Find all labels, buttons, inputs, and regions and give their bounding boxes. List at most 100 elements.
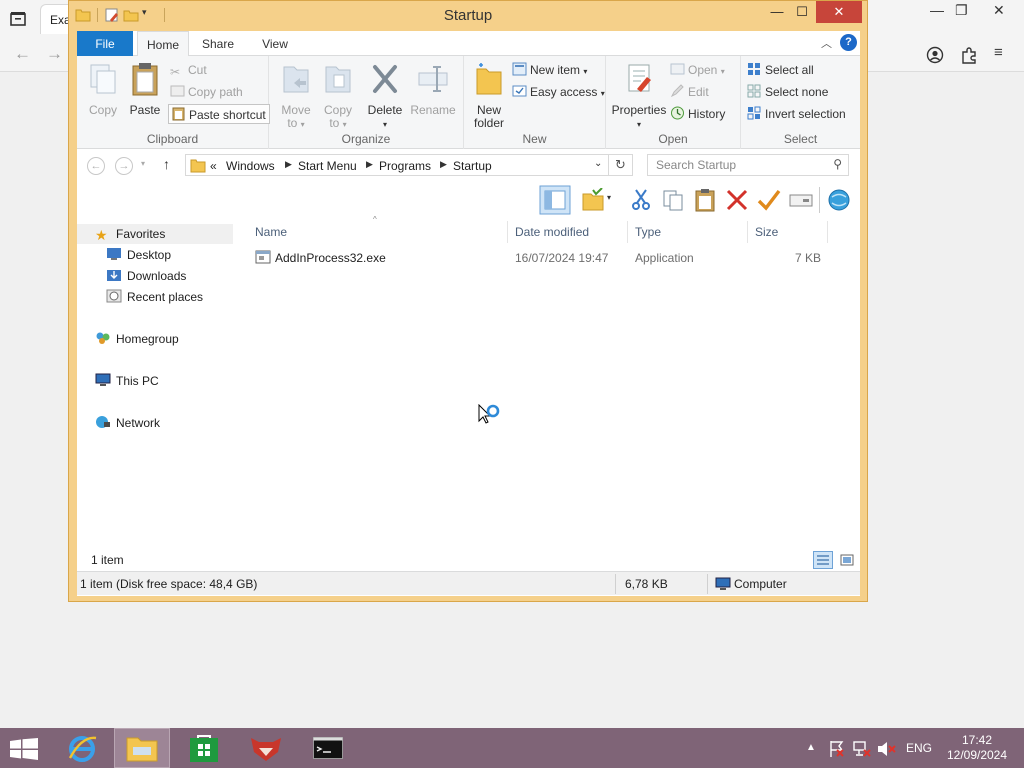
history-button[interactable]: History: [670, 104, 725, 124]
network-disconnected-icon[interactable]: [852, 740, 872, 758]
breadcrumb-separator-icon[interactable]: ▶: [366, 159, 373, 170]
taskbar-internet-explorer[interactable]: [54, 728, 110, 768]
nav-item-favorites[interactable]: ★ Favorites: [77, 224, 233, 244]
edit-button[interactable]: Edit: [670, 82, 709, 102]
edit-label: Edit: [688, 85, 709, 99]
chevron-down-icon[interactable]: ▾: [607, 193, 611, 202]
new-folder-icon: [476, 63, 502, 95]
breadcrumb-overflow[interactable]: «: [210, 159, 217, 173]
paste-button[interactable]: Paste: [125, 61, 165, 117]
nav-item-downloads[interactable]: Downloads: [77, 266, 186, 286]
nav-item-homegroup[interactable]: Homegroup: [77, 329, 179, 349]
address-bar[interactable]: « Windows ▶ Start Menu ▶ Programs ▶ Star…: [185, 154, 609, 176]
search-input[interactable]: Search Startup ⚲: [647, 154, 849, 176]
large-icons-view-icon[interactable]: [837, 551, 857, 569]
globe-icon[interactable]: [827, 188, 851, 212]
menu-icon[interactable]: ≡: [994, 44, 1003, 61]
back-button[interactable]: ←: [87, 157, 105, 175]
chevron-down-icon[interactable]: ⌄: [594, 158, 602, 169]
close-icon[interactable]: ✕: [993, 2, 1005, 19]
recent-locations-chevron-icon[interactable]: ▾: [141, 159, 145, 168]
breadcrumb-separator-icon[interactable]: ▶: [285, 159, 292, 170]
ribbon-tabs: File Home Share View ︿ ?: [77, 31, 860, 57]
nav-item-desktop[interactable]: Desktop: [77, 245, 171, 265]
tab-file[interactable]: File: [77, 31, 133, 56]
arrow-right-icon[interactable]: →: [46, 44, 63, 64]
volume-muted-icon[interactable]: [876, 740, 896, 758]
cut-icon[interactable]: [629, 188, 653, 212]
help-icon[interactable]: ?: [840, 34, 857, 51]
rename-button[interactable]: Rename: [409, 61, 457, 117]
extensions-icon[interactable]: [960, 46, 978, 64]
chevron-up-icon[interactable]: ︿: [821, 35, 832, 51]
rename-icon: [418, 66, 448, 92]
file-list: ^ Name Date modified Type Size AddInProc…: [245, 215, 860, 557]
paste-shortcut-label: Paste shortcut: [189, 108, 266, 122]
show-hidden-icons-icon[interactable]: ▲: [806, 728, 816, 768]
column-header-type[interactable]: Type: [635, 221, 745, 243]
tab-list-icon[interactable]: [8, 9, 28, 29]
restore-icon[interactable]: ❐: [955, 2, 968, 19]
new-folder-button[interactable]: New folder: [468, 61, 510, 130]
breadcrumb-start-menu[interactable]: Start Menu: [298, 159, 357, 173]
cut-button[interactable]: ✂ Cut: [170, 60, 207, 80]
taskbar-file-explorer[interactable]: [114, 728, 170, 768]
breadcrumb-windows[interactable]: Windows: [226, 159, 275, 173]
up-arrow-icon[interactable]: ↑: [163, 156, 170, 172]
new-item-button[interactable]: New item ▾: [512, 60, 587, 80]
breadcrumb-startup[interactable]: Startup: [453, 159, 492, 173]
copy-path-button[interactable]: Copy path: [170, 82, 243, 102]
forward-button[interactable]: →: [115, 157, 133, 175]
refresh-button[interactable]: ↻: [609, 154, 633, 176]
arrow-left-icon[interactable]: ←: [14, 44, 31, 64]
maximize-button[interactable]: ☐: [787, 1, 817, 23]
paste-shortcut-button[interactable]: Paste shortcut: [168, 104, 270, 124]
properties-button[interactable]: Properties ▾: [610, 61, 668, 131]
taskbar-command-prompt[interactable]: [300, 728, 356, 768]
column-header-date-modified[interactable]: Date modified: [515, 221, 625, 243]
tab-share[interactable]: Share: [195, 31, 241, 56]
folder-check-icon[interactable]: [581, 188, 605, 212]
minimize-icon[interactable]: —: [930, 2, 944, 18]
delete-x-icon[interactable]: [725, 188, 749, 212]
column-header-size[interactable]: Size: [755, 221, 825, 243]
status-location: Computer: [734, 577, 787, 591]
action-center-warning-icon[interactable]: [828, 740, 846, 758]
delete-button[interactable]: Delete ▾: [365, 61, 405, 131]
breadcrumb-programs[interactable]: Programs: [379, 159, 431, 173]
copy-to-button[interactable]: Copy to ▾: [319, 61, 357, 131]
invert-selection-button[interactable]: Invert selection: [747, 104, 846, 124]
nav-item-recent-places[interactable]: Recent places: [77, 287, 203, 307]
nav-item-this-pc[interactable]: This PC: [77, 371, 159, 391]
taskbar-clock[interactable]: 17:42 12/09/2024: [946, 733, 1008, 763]
nav-item-network[interactable]: Network: [77, 413, 160, 433]
copy-icon[interactable]: [661, 188, 685, 212]
close-button[interactable]: ✕: [816, 1, 862, 23]
preview-pane-icon[interactable]: [539, 185, 571, 215]
open-button[interactable]: Open ▾: [670, 60, 725, 80]
tab-home[interactable]: Home: [137, 31, 189, 57]
column-header-name[interactable]: Name: [255, 221, 505, 243]
details-view-icon[interactable]: [813, 551, 833, 569]
title-bar[interactable]: ▾ Startup — ☐ ✕: [69, 1, 867, 31]
input-language[interactable]: ENG: [906, 728, 932, 768]
copy-button[interactable]: Copy: [83, 61, 123, 117]
windows-start-icon[interactable]: [10, 738, 38, 760]
select-none-button[interactable]: Select none: [747, 82, 828, 102]
breadcrumb-separator-icon[interactable]: ▶: [440, 159, 447, 170]
column-divider[interactable]: [827, 221, 828, 243]
rename-field-icon[interactable]: [789, 188, 813, 212]
account-icon[interactable]: [926, 46, 944, 64]
column-divider[interactable]: [747, 221, 748, 243]
taskbar-fox-app[interactable]: [238, 728, 294, 768]
select-all-button[interactable]: Select all: [747, 60, 814, 80]
search-icon[interactable]: ⚲: [833, 157, 842, 171]
easy-access-button[interactable]: Easy access ▾: [512, 82, 605, 102]
column-divider[interactable]: [627, 221, 628, 243]
checkmark-icon[interactable]: [757, 188, 781, 212]
column-divider[interactable]: [507, 221, 508, 243]
tab-view[interactable]: View: [257, 31, 293, 56]
move-to-button[interactable]: Move to ▾: [277, 61, 315, 131]
paste-icon[interactable]: [693, 188, 717, 212]
taskbar-store[interactable]: [176, 728, 232, 768]
